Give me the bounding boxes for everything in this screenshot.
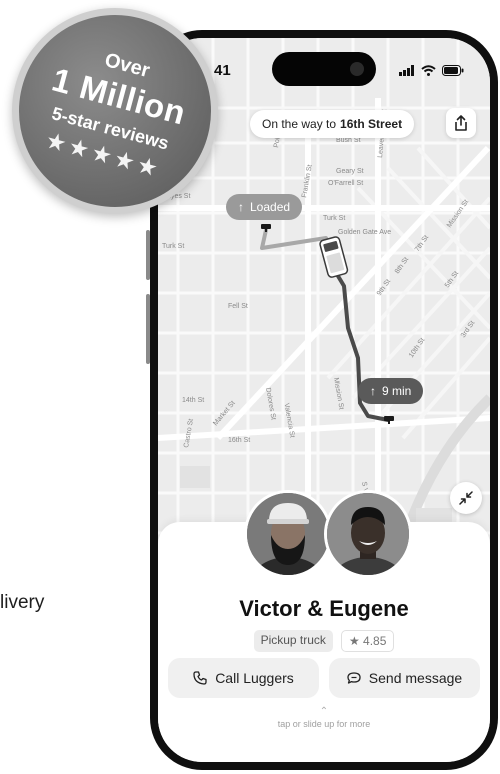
eta-pill: ↑ 9 min [358,378,424,404]
message-icon [347,672,361,684]
street-label: Fell St [228,303,248,310]
share-button[interactable] [446,108,476,138]
share-icon [455,115,467,131]
battery-icon [442,65,464,76]
vehicle-tag: Pickup truck [253,630,333,652]
destination-prefix: On the way to [262,117,337,131]
message-label: Send message [368,670,463,686]
dynamic-island [272,52,376,86]
collapse-icon [459,491,473,505]
call-luggers-button[interactable]: Call Luggers [168,658,319,698]
collapse-map-button[interactable] [450,482,482,514]
street-label: 14th St [182,397,204,404]
phone-icon [193,671,207,685]
street-label: Golden Gate Ave [338,229,391,236]
signal-icon [399,65,414,76]
street-label: O'Farrell St [328,180,363,187]
arrow-up-icon: ↑ [370,384,376,398]
arrow-up-icon: ↑ [238,200,244,214]
driver-sheet[interactable]: Victor & Eugene Pickup truck ★ 4.85 Call… [158,490,490,762]
phone-side-button [146,294,150,364]
avatar-victor [244,490,332,578]
avatar-eugene [324,490,412,578]
street-label: Bush St [336,137,361,144]
badge-inner: Over 1 Million 5-star reviews ★★★★★ [19,15,211,207]
rating-tag: ★ 4.85 [340,630,395,652]
destination-name: 16th Street [340,117,403,131]
wifi-icon [421,65,436,76]
driver-actions: Call Luggers Send message [168,658,480,698]
destination-pill: On the way to 16th Street [250,110,415,138]
rating-value: 4.85 [363,634,387,648]
loaded-label: Loaded [250,200,291,214]
more-hint-label: tap or slide up for more [277,719,371,729]
left-caption: livery [0,592,45,613]
street-label: Turk St [162,243,184,250]
driver-tags: Pickup truck ★ 4.85 [158,630,490,652]
street-label: Geary St [336,168,364,175]
camera-icon [350,62,364,76]
phone-side-button [146,230,150,280]
call-label: Call Luggers [215,670,294,686]
street-label: 16th St [228,437,250,444]
slide-up-hint[interactable]: ⌃ tap or slide up for more [158,706,490,729]
status-icons [399,65,464,76]
driver-names: Victor & Eugene [239,596,409,621]
reviews-badge: Over 1 Million 5-star reviews ★★★★★ [12,8,218,214]
star-icon: ★ [348,634,360,648]
loaded-pill: ↑ Loaded [226,194,303,220]
send-message-button[interactable]: Send message [329,658,480,698]
chevron-up-icon: ⌃ [319,706,329,717]
street-label: Turk St [323,215,345,222]
eta-label: 9 min [382,384,412,398]
